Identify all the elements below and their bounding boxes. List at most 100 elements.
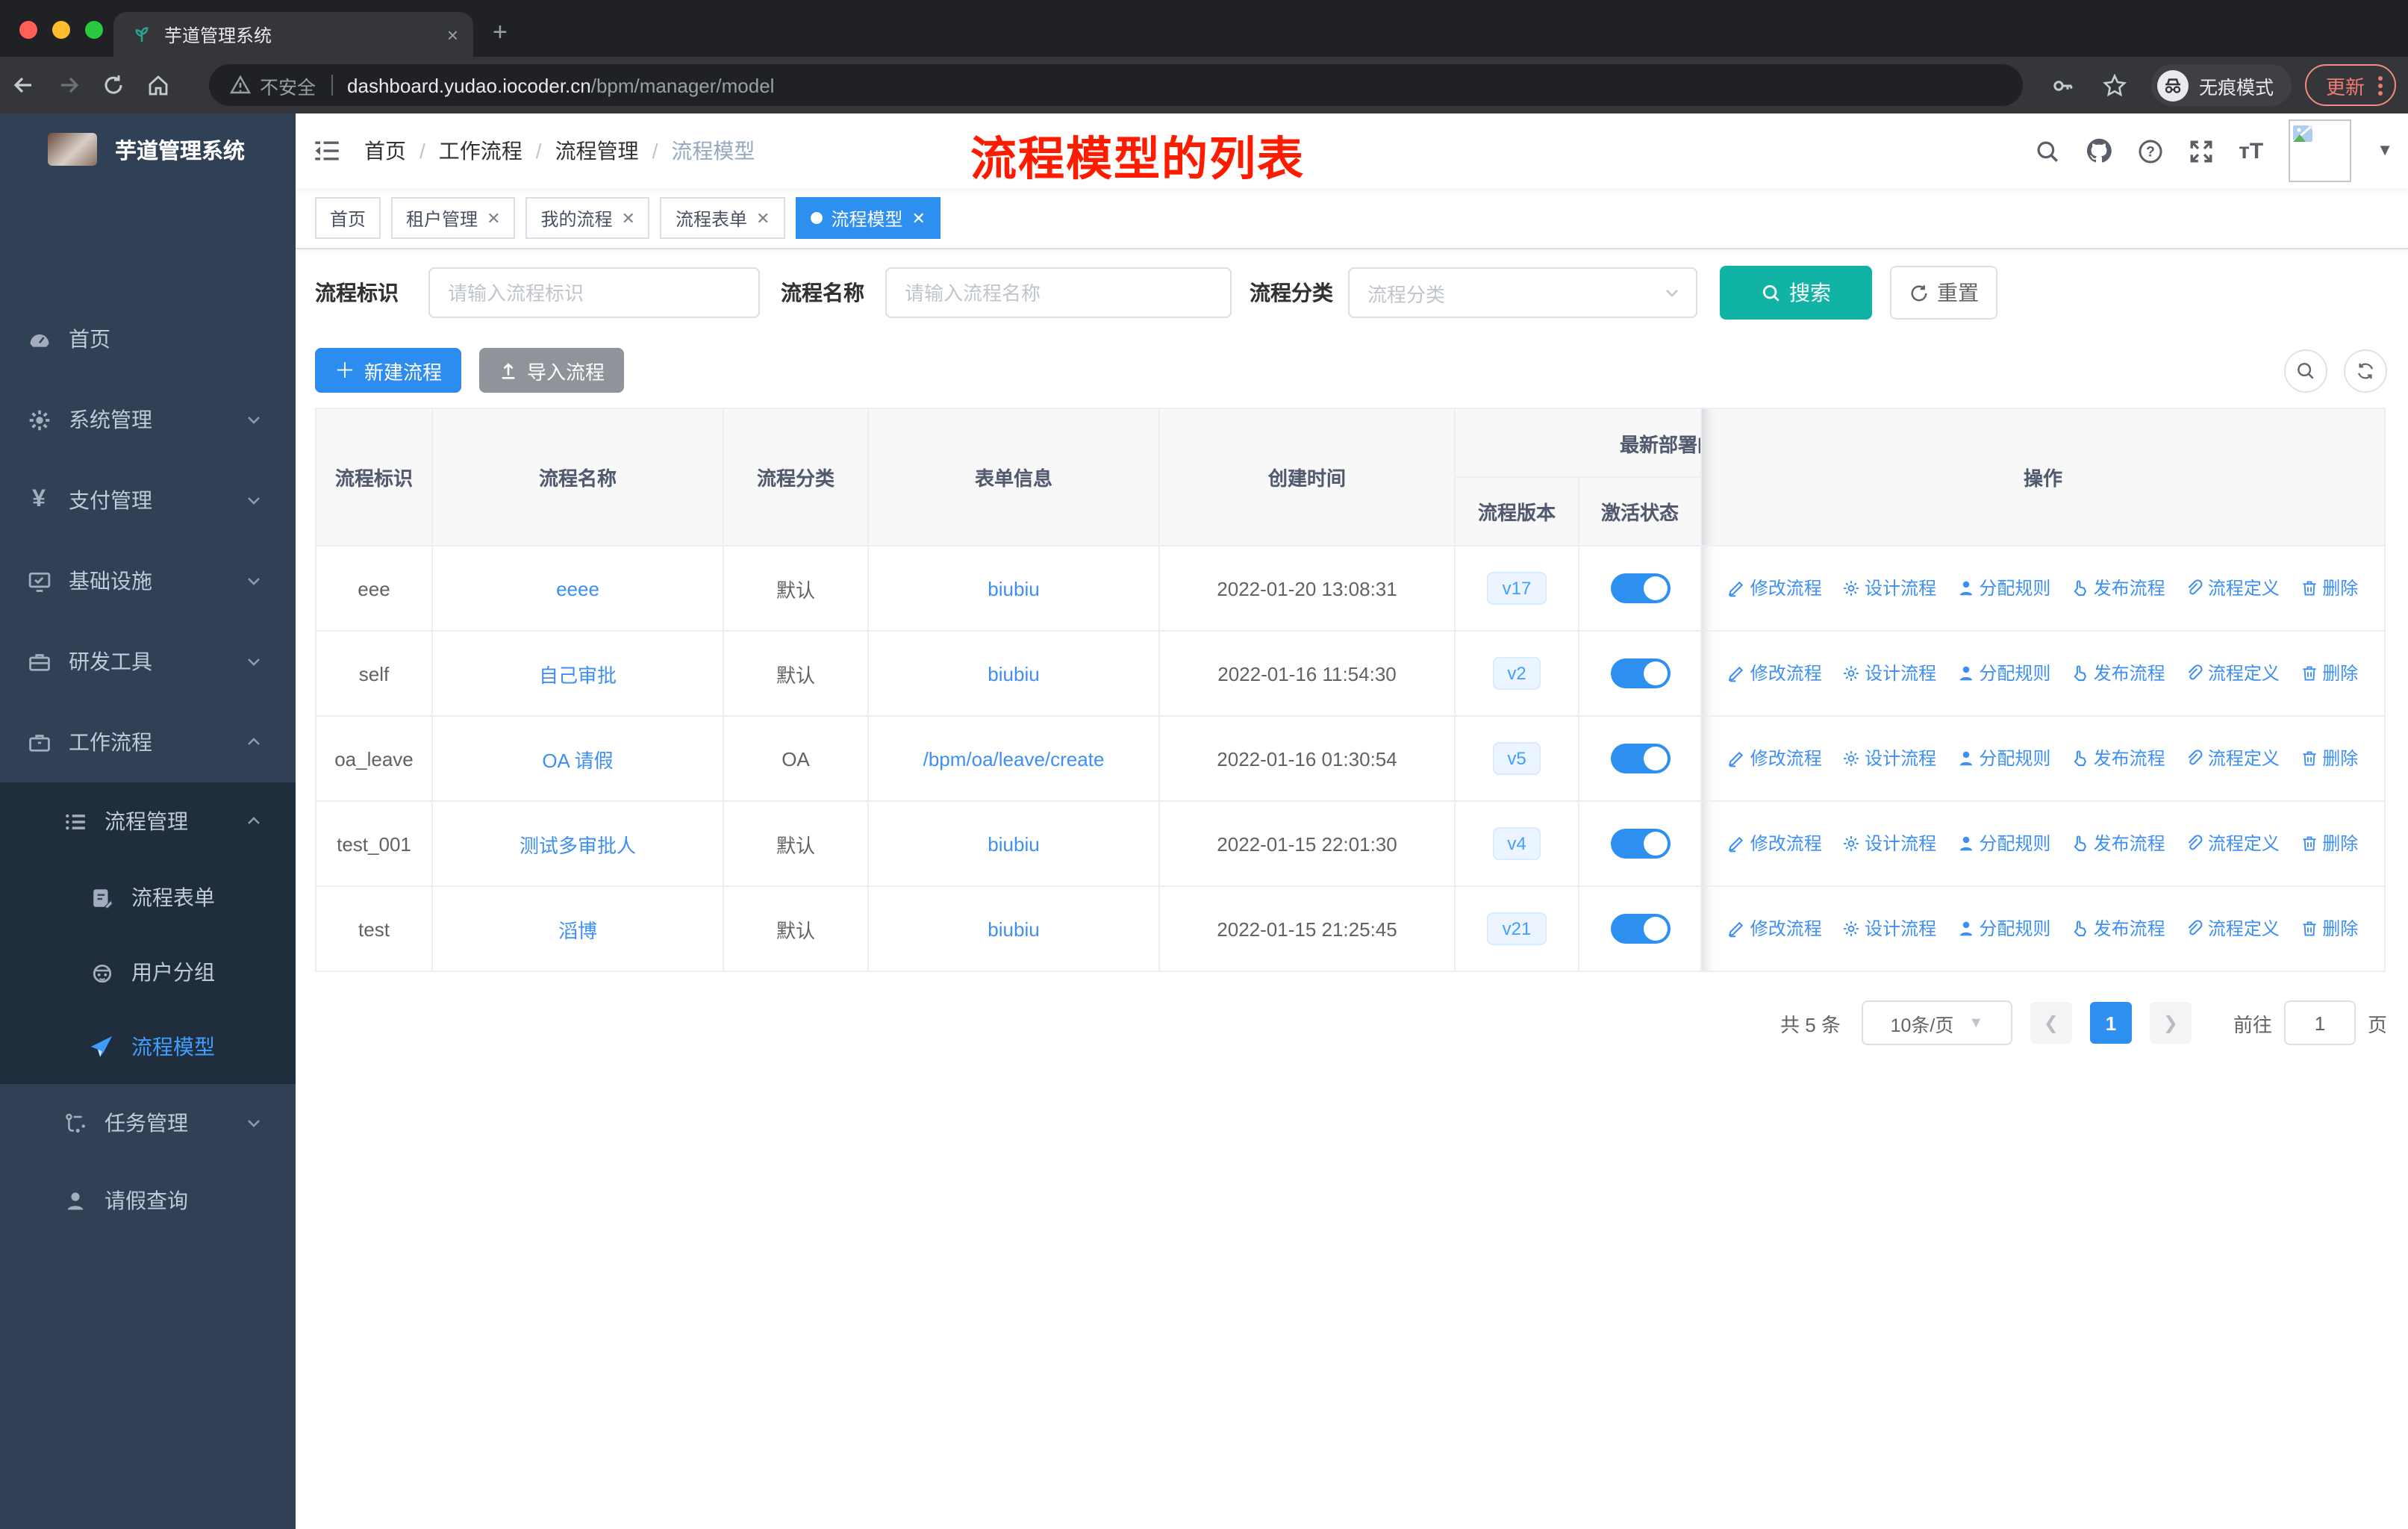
edit-process-link[interactable]: 修改流程	[1728, 746, 1822, 771]
edit-process-link[interactable]: 修改流程	[1728, 661, 1822, 686]
prev-page-button[interactable]: ❮	[2030, 1002, 2072, 1044]
publish-process-link[interactable]: 发布流程	[2071, 831, 2165, 856]
delete-process-link[interactable]: 删除	[2300, 576, 2358, 601]
tag-home[interactable]: 首页	[315, 197, 381, 239]
publish-process-link[interactable]: 发布流程	[2071, 746, 2165, 771]
tag-process-form[interactable]: 流程表单 ✕	[660, 197, 785, 239]
process-name-link[interactable]: eeee	[556, 577, 599, 600]
close-icon[interactable]: ✕	[911, 208, 925, 228]
bookmark-star-icon[interactable]	[2102, 72, 2127, 98]
caret-down-icon[interactable]: ▼	[2377, 142, 2393, 160]
next-page-button[interactable]: ❯	[2149, 1002, 2192, 1044]
search-button[interactable]: 搜索	[1720, 266, 1872, 320]
sidebar-item-home[interactable]: 首页	[0, 299, 296, 379]
delete-process-link[interactable]: 删除	[2300, 831, 2358, 856]
refresh-table-button[interactable]	[2344, 349, 2387, 392]
design-process-link[interactable]: 设计流程	[1842, 746, 1936, 771]
minimize-window-button[interactable]	[52, 21, 70, 39]
sidebar-item-process-management[interactable]: 流程管理	[0, 782, 296, 860]
breadcrumb-workflow[interactable]: 工作流程	[439, 136, 523, 166]
sidebar-item-payment[interactable]: ¥ 支付管理	[0, 460, 296, 541]
back-icon[interactable]	[12, 73, 57, 97]
import-process-button[interactable]: 导入流程	[479, 348, 625, 393]
active-toggle[interactable]	[1610, 658, 1670, 688]
version-badge[interactable]: v4	[1492, 827, 1541, 860]
sidebar-item-workflow[interactable]: 工作流程	[0, 702, 296, 782]
process-name-input[interactable]	[885, 267, 1232, 318]
browser-menu-icon[interactable]	[2378, 75, 2383, 95]
security-label[interactable]: 不安全	[260, 71, 316, 99]
publish-process-link[interactable]: 发布流程	[2071, 916, 2165, 941]
reload-icon[interactable]	[102, 73, 146, 97]
version-badge[interactable]: v17	[1487, 572, 1547, 605]
goto-page-input[interactable]	[2283, 1000, 2356, 1045]
tab-close-icon[interactable]: ×	[447, 23, 458, 46]
process-name-link[interactable]: OA 请假	[542, 749, 613, 771]
assign-rule-link[interactable]: 分配规则	[1956, 576, 2050, 601]
forward-icon[interactable]	[57, 73, 102, 97]
current-page-button[interactable]: 1	[2089, 1002, 2132, 1044]
assign-rule-link[interactable]: 分配规则	[1956, 746, 2050, 771]
design-process-link[interactable]: 设计流程	[1842, 661, 1936, 686]
edit-process-link[interactable]: 修改流程	[1728, 831, 1822, 856]
version-badge[interactable]: v2	[1492, 657, 1541, 690]
form-info-link[interactable]: biubiu	[988, 577, 1039, 600]
new-tab-button[interactable]: +	[493, 19, 508, 45]
breadcrumb-process-management[interactable]: 流程管理	[555, 136, 639, 166]
assign-rule-link[interactable]: 分配规则	[1956, 661, 2050, 686]
update-label[interactable]: 更新	[2326, 71, 2365, 99]
tag-my-process[interactable]: 我的流程 ✕	[525, 197, 650, 239]
process-name-link[interactable]: 自己审批	[539, 664, 617, 686]
help-icon[interactable]: ?	[2137, 138, 2162, 164]
fullscreen-icon[interactable]	[2188, 138, 2213, 164]
sidebar-item-process-form[interactable]: 流程表单	[0, 860, 296, 935]
process-definition-link[interactable]: 流程定义	[2186, 576, 2280, 601]
process-name-link[interactable]: 滔博	[558, 919, 597, 941]
active-toggle[interactable]	[1610, 829, 1670, 859]
form-info-link[interactable]: biubiu	[988, 662, 1039, 685]
sidebar-item-system[interactable]: 系统管理	[0, 379, 296, 460]
zoom-window-button[interactable]	[85, 21, 103, 39]
active-toggle[interactable]	[1610, 573, 1670, 603]
close-icon[interactable]: ✕	[756, 208, 770, 228]
edit-process-link[interactable]: 修改流程	[1728, 576, 1822, 601]
tag-tenant-management[interactable]: 租户管理 ✕	[391, 197, 516, 239]
tag-process-model[interactable]: 流程模型 ✕	[795, 197, 941, 239]
address-bar[interactable]: 不安全 dashboard.yudao.iocoder.cn/bpm/manag…	[209, 64, 2023, 106]
key-icon[interactable]	[2050, 72, 2075, 98]
close-icon[interactable]: ✕	[622, 208, 635, 228]
create-process-button[interactable]: ＋ 新建流程	[315, 348, 462, 393]
update-button[interactable]: 更新	[2305, 64, 2397, 106]
edit-process-link[interactable]: 修改流程	[1728, 916, 1822, 941]
home-icon[interactable]	[146, 73, 191, 97]
design-process-link[interactable]: 设计流程	[1842, 916, 1936, 941]
design-process-link[interactable]: 设计流程	[1842, 576, 1936, 601]
form-info-link[interactable]: /bpm/oa/leave/create	[923, 747, 1105, 770]
delete-process-link[interactable]: 删除	[2300, 661, 2358, 686]
active-toggle[interactable]	[1610, 744, 1670, 773]
sidebar-item-user-group[interactable]: 用户分组	[0, 935, 296, 1009]
process-definition-link[interactable]: 流程定义	[2186, 831, 2280, 856]
search-icon[interactable]	[2034, 138, 2059, 164]
sidebar-item-leave-query[interactable]: 请假查询	[0, 1162, 296, 1239]
delete-process-link[interactable]: 删除	[2300, 746, 2358, 771]
browser-tab[interactable]: 芋道管理系统 ×	[113, 12, 473, 57]
process-definition-link[interactable]: 流程定义	[2186, 916, 2280, 941]
process-definition-link[interactable]: 流程定义	[2186, 661, 2280, 686]
page-size-select[interactable]: 10条/页 ▼	[1861, 1000, 2012, 1045]
close-icon[interactable]: ✕	[487, 208, 500, 228]
publish-process-link[interactable]: 发布流程	[2071, 576, 2165, 601]
form-info-link[interactable]: biubiu	[988, 918, 1039, 940]
font-size-icon[interactable]: ᴛT	[2239, 140, 2263, 162]
version-badge[interactable]: v5	[1492, 742, 1541, 775]
sidebar-item-dev-tools[interactable]: 研发工具	[0, 621, 296, 702]
sidebar-item-process-model[interactable]: 流程模型	[0, 1009, 296, 1084]
form-info-link[interactable]: biubiu	[988, 832, 1039, 855]
avatar-broken-image[interactable]	[2289, 119, 2352, 182]
breadcrumb-home[interactable]: 首页	[364, 136, 406, 166]
github-icon[interactable]	[2085, 137, 2112, 164]
reset-button[interactable]: 重置	[1890, 266, 1997, 320]
sidebar-item-infrastructure[interactable]: 基础设施	[0, 541, 296, 621]
assign-rule-link[interactable]: 分配规则	[1956, 916, 2050, 941]
version-badge[interactable]: v21	[1487, 912, 1547, 945]
